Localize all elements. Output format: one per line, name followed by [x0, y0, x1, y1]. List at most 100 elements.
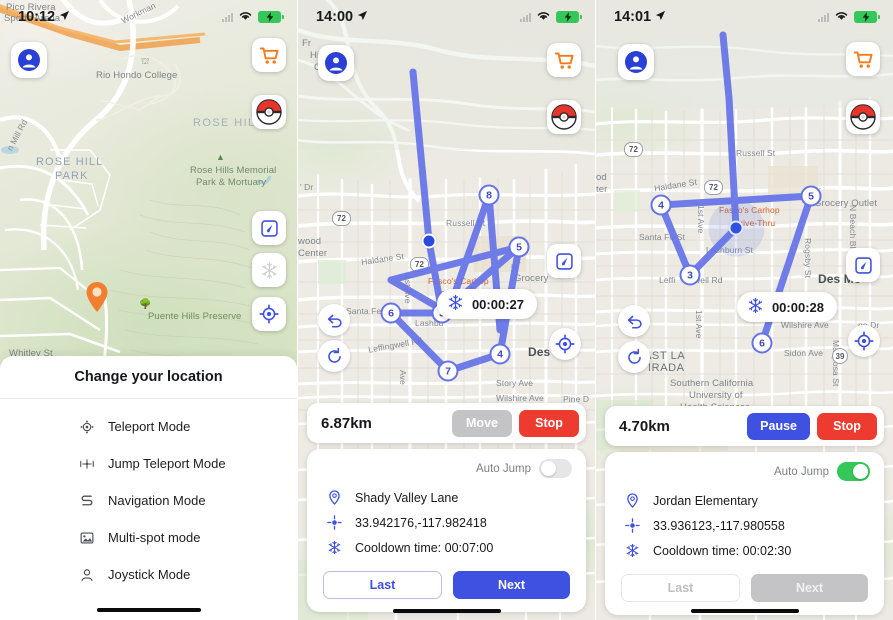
- route-node[interactable]: 3: [679, 264, 701, 286]
- recenter-button[interactable]: [252, 297, 286, 331]
- pokeball-button[interactable]: [846, 100, 880, 134]
- map-label: Grocery Outlet: [814, 198, 878, 209]
- status-time-group: 10:12: [18, 9, 70, 25]
- location-arrow-icon: [655, 9, 666, 25]
- map-label: 1st Ave: [696, 205, 706, 234]
- map-label: University of: [689, 390, 743, 401]
- snowflake-icon: [447, 294, 464, 314]
- menu-item-multi-spot-mode[interactable]: Multi-spot mode: [0, 519, 297, 556]
- pokeball-button[interactable]: [252, 95, 286, 129]
- avatar-button[interactable]: [618, 44, 654, 80]
- last-waypoint-button[interactable]: Last: [323, 571, 442, 599]
- coordinates-value: 33.942176,-117.982418: [355, 515, 487, 530]
- status-indicators: [222, 8, 284, 26]
- map-label: Grocery: [514, 273, 549, 284]
- undo-button[interactable]: [618, 305, 650, 337]
- menu-item-label: Navigation Mode: [108, 493, 206, 508]
- edit-route-button[interactable]: [547, 244, 581, 278]
- edit-route-button[interactable]: [252, 211, 286, 245]
- avatar-button[interactable]: [318, 45, 354, 81]
- route-node[interactable]: 8: [478, 184, 500, 206]
- route-node[interactable]: 4: [489, 343, 511, 365]
- cooldown-row: Cooldown time: 00:07:00: [321, 535, 572, 560]
- cooldown-timer-value: 00:00:28: [771, 299, 824, 315]
- map-label: Fr: [302, 38, 312, 49]
- stop-button[interactable]: Stop: [817, 412, 877, 440]
- recenter-button[interactable]: [549, 328, 581, 360]
- undo-button[interactable]: [318, 304, 350, 336]
- map-label: 1st Ave: [694, 310, 704, 339]
- edit-icon: [260, 219, 278, 237]
- map-label: Rio Hondo College: [96, 70, 178, 81]
- battery-charging-icon: [258, 11, 284, 23]
- status-time: 14:01: [614, 9, 652, 25]
- phone-panel-1: Pico Rivera Sports Arena Workman Rio Hon…: [0, 0, 297, 620]
- shop-button[interactable]: [846, 42, 880, 76]
- shop-button[interactable]: [547, 43, 581, 77]
- edit-route-button[interactable]: [846, 248, 880, 282]
- refresh-button[interactable]: [618, 341, 650, 373]
- recenter-button[interactable]: [848, 325, 880, 357]
- auto-jump-toggle[interactable]: [837, 462, 870, 481]
- next-waypoint-button[interactable]: Next: [453, 571, 570, 599]
- map-label: Southern California: [670, 378, 754, 389]
- coordinates-value: 33.936123,-117.980558: [653, 518, 785, 533]
- map-label: Park & Mortuary: [196, 177, 267, 188]
- pokeball-button[interactable]: [547, 100, 581, 134]
- status-bar: 10:12: [0, 0, 297, 34]
- location-pin-marker[interactable]: [85, 281, 109, 318]
- auto-jump-label: Auto Jump: [774, 465, 829, 478]
- menu-item-label: Multi-spot mode: [108, 530, 201, 545]
- place-name: Shady Valley Lane: [355, 490, 459, 505]
- avatar-icon: [18, 49, 40, 71]
- pause-button[interactable]: Pause: [747, 412, 810, 440]
- map-label: PARK: [55, 170, 89, 182]
- undo-icon: [627, 315, 642, 328]
- route-node[interactable]: 7: [437, 360, 459, 382]
- place-name: Jordan Elementary: [653, 493, 758, 508]
- auto-jump-label: Auto Jump: [476, 462, 531, 475]
- menu-item-teleport-mode[interactable]: Teleport Mode: [0, 408, 297, 445]
- status-time-group: 14:00: [316, 9, 368, 25]
- status-bar: 14:00: [298, 0, 595, 34]
- last-waypoint-button[interactable]: Last: [621, 574, 740, 602]
- distance-value: 6.87km: [321, 414, 372, 432]
- route-node[interactable]: 5: [508, 236, 530, 258]
- move-button[interactable]: Move: [452, 409, 512, 437]
- refresh-icon: [627, 348, 641, 364]
- cooldown-button[interactable]: [252, 253, 286, 287]
- joystick-icon: [78, 566, 95, 583]
- menu-item-navigation-mode[interactable]: Navigation Mode: [0, 482, 297, 519]
- route-node[interactable]: 5: [800, 185, 822, 207]
- cart-icon: [853, 51, 873, 68]
- avatar-icon: [625, 51, 647, 73]
- coords-row: 33.936123,-117.980558: [619, 513, 870, 538]
- auto-jump-toggle[interactable]: [539, 459, 572, 478]
- home-indicator: [392, 609, 501, 613]
- map-label: Santa Fe St: [639, 232, 685, 242]
- place-row: Jordan Elementary: [619, 488, 870, 513]
- menu-item-joystick-mode[interactable]: Joystick Mode: [0, 556, 297, 593]
- place-row: Shady Valley Lane: [321, 485, 572, 510]
- avatar-button[interactable]: [11, 42, 47, 78]
- distance-value: 4.70km: [619, 417, 670, 435]
- wifi-icon: [536, 8, 551, 26]
- menu-item-label: Jump Teleport Mode: [108, 456, 226, 471]
- route-node[interactable]: 4: [650, 194, 672, 216]
- shop-button[interactable]: [252, 38, 286, 72]
- cart-icon: [259, 47, 279, 64]
- menu-item-jump-teleport-mode[interactable]: Jump Teleport Mode: [0, 445, 297, 482]
- target-icon: [259, 304, 279, 324]
- route-node[interactable]: 6: [751, 332, 773, 354]
- map-pin-icon: [327, 490, 342, 505]
- map-label: Russell St: [736, 148, 776, 158]
- pokeball-icon: [551, 104, 577, 130]
- route-node[interactable]: 6: [380, 302, 402, 324]
- refresh-button[interactable]: [318, 340, 350, 372]
- map-label: Story Ave: [496, 378, 534, 388]
- map-label: Leffi: [659, 275, 676, 285]
- next-waypoint-button[interactable]: Next: [751, 574, 868, 602]
- stop-button[interactable]: Stop: [519, 409, 579, 437]
- map-label: Rogsby St: [803, 238, 813, 279]
- snowflake-icon: [261, 261, 277, 279]
